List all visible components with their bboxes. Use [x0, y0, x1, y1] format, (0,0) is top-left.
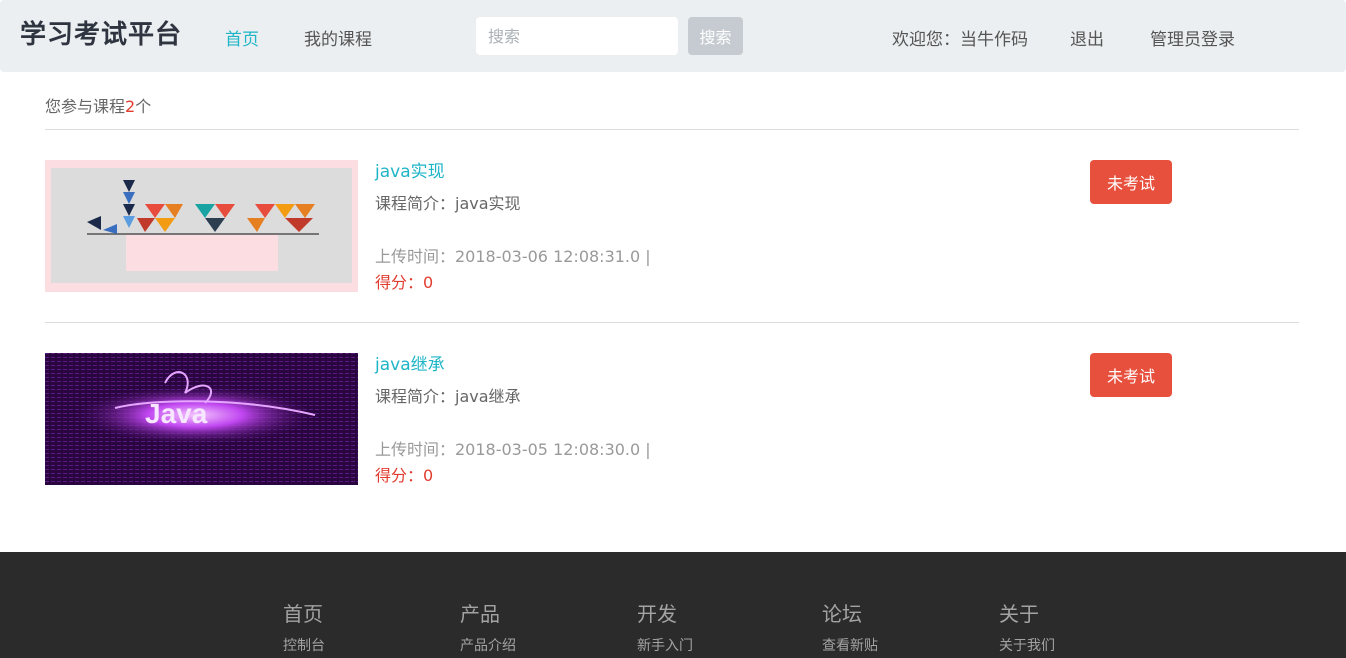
footer-column: 首页 控制台 [283, 598, 325, 655]
top-navbar: 学习考试平台 首页 我的课程 搜索 欢迎您：当牛作码 退出 管理员登录 [0, 0, 1346, 72]
summary-prefix: 您参与课程 [45, 97, 126, 116]
nav-home[interactable]: 首页 [225, 25, 259, 50]
search-input[interactable] [476, 17, 678, 55]
course-thumbnail[interactable]: Java [45, 353, 358, 485]
exam-status-button[interactable]: 未考试 [1090, 160, 1172, 204]
footer-heading: 关于 [999, 602, 1039, 626]
user-welcome[interactable]: 欢迎您：当牛作码 [892, 25, 1028, 50]
footer-heading: 产品 [460, 602, 500, 626]
course-upload-time: 上传时间：2018-03-05 12:08:30.0 | [375, 440, 651, 459]
footer-link[interactable]: 关于我们 [999, 635, 1055, 655]
divider [45, 129, 1299, 130]
course-upload-time: 上传时间：2018-03-06 12:08:31.0 | [375, 247, 651, 266]
course-item: java实现 课程简介：java实现 上传时间：2018-03-06 12:08… [45, 160, 1299, 293]
logout-link[interactable]: 退出 [1070, 25, 1104, 50]
footer-link[interactable]: 控制台 [283, 635, 325, 655]
footer-column: 论坛 查看新贴 [822, 598, 878, 655]
course-title-link[interactable]: java继承 [375, 350, 445, 375]
footer-link[interactable]: 查看新贴 [822, 635, 878, 655]
course-count-summary: 您参与课程2个 [45, 93, 151, 117]
course-description: 课程简介：java实现 [375, 194, 521, 213]
site-brand[interactable]: 学习考试平台 [20, 14, 182, 51]
course-item: Java java继承 课程简介：java继承 上传时间：2018-03-05 … [45, 353, 1299, 486]
summary-count: 2 [125, 97, 136, 116]
course-score: 得分：0 [375, 273, 434, 292]
course-title-link[interactable]: java实现 [375, 157, 445, 182]
java-flame-image: Java [45, 353, 358, 485]
thumb-java-text: Java [145, 398, 208, 429]
course-score: 得分：0 [375, 466, 434, 485]
nav-my-courses[interactable]: 我的课程 [304, 25, 372, 50]
summary-suffix: 个 [135, 97, 152, 116]
footer-column: 产品 产品介绍 [460, 598, 516, 655]
exam-status-button[interactable]: 未考试 [1090, 353, 1172, 397]
divider [45, 322, 1299, 323]
footer-column: 开发 新手入门 [637, 598, 693, 655]
search-button[interactable]: 搜索 [688, 17, 743, 55]
site-footer: 首页 控制台 产品 产品介绍 开发 新手入门 论坛 查看新贴 关于 关于我们 [0, 552, 1346, 658]
footer-link[interactable]: 新手入门 [637, 635, 693, 655]
admin-login-link[interactable]: 管理员登录 [1150, 25, 1235, 50]
java-logo-image [45, 160, 358, 292]
footer-link[interactable]: 产品介绍 [460, 635, 516, 655]
course-thumbnail[interactable] [45, 160, 358, 292]
footer-heading: 开发 [637, 602, 677, 626]
course-description: 课程简介：java继承 [375, 387, 521, 406]
footer-heading: 论坛 [822, 602, 862, 626]
footer-column: 关于 关于我们 [999, 598, 1055, 655]
footer-heading: 首页 [283, 602, 323, 626]
